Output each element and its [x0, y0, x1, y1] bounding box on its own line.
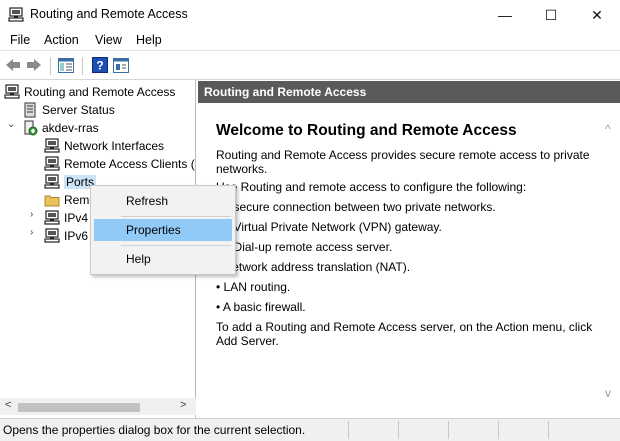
expander-collapsed-icon[interactable]: ›	[30, 209, 40, 220]
help-icon[interactable]: ?	[92, 57, 108, 73]
svg-text:?: ?	[96, 59, 103, 73]
status-separator	[348, 421, 349, 439]
tree-item-ipv6[interactable]: IPv6	[44, 227, 88, 245]
context-menu: Refresh Properties Help	[90, 185, 236, 275]
tree-item-server-status[interactable]: Server Status	[22, 101, 115, 119]
tree-root-rras[interactable]: Routing and Remote Access	[4, 83, 175, 101]
minimize-button[interactable]: —	[482, 0, 528, 30]
tree-item-ipv4[interactable]: IPv4	[44, 209, 88, 227]
menu-item-properties[interactable]: Properties	[94, 219, 232, 241]
scroll-right-button[interactable]: >	[180, 399, 186, 411]
menu-help[interactable]: Help	[136, 33, 162, 47]
menu-action[interactable]: Action	[44, 33, 79, 47]
ports-icon	[44, 174, 60, 189]
welcome-footer: To add a Routing and Remote Access serve…	[216, 320, 593, 348]
tree-item-network-interfaces[interactable]: Network Interfaces	[44, 137, 164, 155]
status-text: Opens the properties dialog box for the …	[3, 423, 306, 437]
scroll-up-button[interactable]: ^	[605, 122, 611, 136]
remote-access-clients-icon	[44, 156, 60, 171]
tree-item-label: IPv4	[64, 211, 89, 225]
menu-separator	[121, 245, 231, 246]
welcome-intro: Routing and Remote Access provides secur…	[216, 148, 590, 176]
tree-item-label: akdev-rras	[42, 121, 99, 135]
status-separator	[498, 421, 499, 439]
properties-icon[interactable]	[113, 58, 129, 73]
tree-root-label: Routing and Remote Access	[24, 85, 176, 99]
expander-expanded-icon[interactable]: ⌄	[7, 119, 17, 130]
welcome-use-line: Use Routing and remote access to configu…	[216, 180, 527, 194]
tree-item-label: Network Interfaces	[64, 139, 165, 153]
back-arrow-icon[interactable]	[5, 58, 21, 72]
ipv4-icon	[44, 210, 60, 225]
server-icon	[24, 120, 38, 136]
pane-header-title: Routing and Remote Access	[204, 85, 367, 99]
tree-item-remote-access-clients[interactable]: Remote Access Clients (0)	[44, 155, 196, 173]
maximize-button[interactable]: ☐	[528, 0, 574, 30]
scroll-down-button[interactable]: v	[605, 386, 611, 400]
bullet-item: • Network address translation (NAT).	[216, 260, 411, 274]
status-separator	[548, 421, 549, 439]
bullet-item: • A basic firewall.	[216, 300, 306, 314]
pane-header: Routing and Remote Access	[198, 81, 620, 103]
scrollbar-thumb[interactable]	[18, 403, 140, 412]
close-button[interactable]: ✕	[574, 0, 620, 30]
status-bar: Opens the properties dialog box for the …	[0, 418, 620, 441]
server-status-icon	[24, 102, 36, 118]
tree-item-label: Server Status	[42, 103, 115, 117]
menu-bar: File Action View Help	[0, 30, 620, 50]
folder-icon	[44, 195, 60, 207]
menu-separator	[121, 216, 231, 217]
toolbar: ?	[0, 50, 620, 80]
bullet-item: • A Dial-up remote access server.	[216, 240, 393, 254]
network-interfaces-icon	[44, 138, 60, 153]
scroll-left-button[interactable]: <	[5, 399, 11, 411]
ipv6-icon	[44, 228, 60, 243]
status-separator	[398, 421, 399, 439]
rras-server-icon	[4, 84, 20, 99]
menu-item-help[interactable]: Help	[94, 248, 232, 270]
tree-item-label: Remote Access Clients (0)	[64, 157, 196, 171]
status-separator	[448, 421, 449, 439]
menu-file[interactable]: File	[10, 33, 30, 47]
tree-item-server[interactable]: akdev-rras	[22, 119, 99, 137]
expander-collapsed-icon[interactable]: ›	[30, 227, 40, 238]
menu-view[interactable]: View	[95, 33, 122, 47]
forward-arrow-icon[interactable]	[26, 58, 42, 72]
show-hide-console-tree-icon[interactable]	[58, 58, 74, 73]
toolbar-separator	[50, 57, 51, 75]
window-title: Routing and Remote Access	[30, 7, 188, 21]
welcome-title: Welcome to Routing and Remote Access	[216, 122, 517, 139]
tree-item-ports[interactable]: Ports	[44, 173, 97, 191]
bullet-item: • LAN routing.	[216, 280, 291, 294]
menu-item-refresh[interactable]: Refresh	[94, 190, 232, 212]
toolbar-separator	[82, 57, 83, 75]
bullet-item: • A secure connection between two privat…	[216, 200, 496, 214]
rras-app-icon	[8, 7, 24, 22]
tree-item-label: IPv6	[64, 229, 89, 243]
bullet-item: • A Virtual Private Network (VPN) gatewa…	[216, 220, 442, 234]
title-bar: Routing and Remote Access — ☐ ✕	[0, 0, 620, 30]
